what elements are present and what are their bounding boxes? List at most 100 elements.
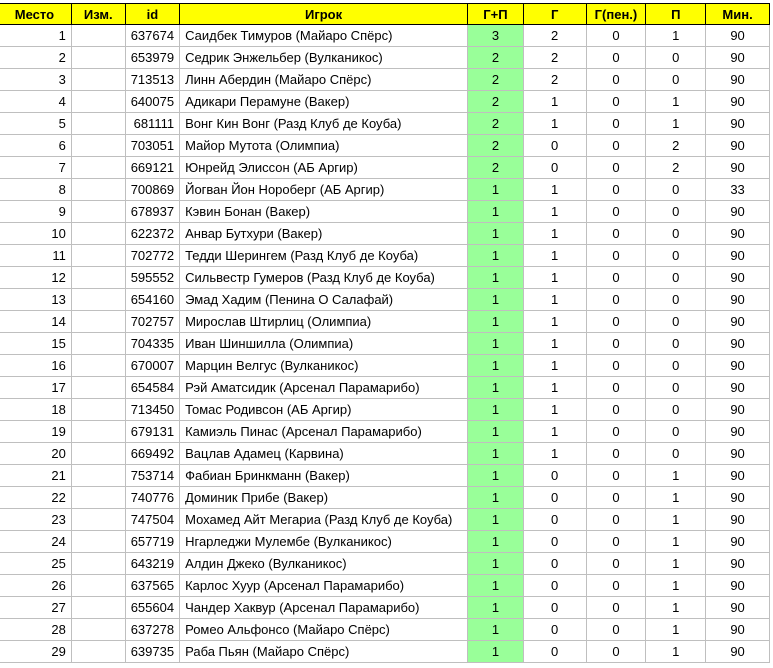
cell-player[interactable]: Вацлав Адамец (Карвина) [179, 442, 469, 465]
cell-change[interactable] [70, 244, 126, 267]
cell-change[interactable] [70, 46, 126, 69]
cell-penalty-goals[interactable]: 0 [585, 420, 647, 443]
cell-goals[interactable]: 1 [522, 332, 587, 355]
cell-penalty-goals[interactable]: 0 [585, 354, 647, 377]
cell-penalty-goals[interactable]: 0 [585, 640, 647, 663]
cell-goals-plus-assists[interactable]: 1 [467, 244, 524, 267]
cell-goals[interactable]: 1 [522, 288, 587, 311]
cell-player[interactable]: Йогван Йон Нороберг (АБ Аргир) [179, 178, 469, 201]
cell-id[interactable]: 681111 [124, 112, 181, 135]
cell-goals-plus-assists[interactable]: 1 [467, 398, 524, 421]
cell-assists[interactable]: 0 [645, 288, 707, 311]
cell-goals[interactable]: 1 [522, 266, 587, 289]
cell-penalty-goals[interactable]: 0 [585, 508, 647, 531]
cell-place[interactable]: 24 [0, 530, 72, 553]
cell-minutes[interactable]: 90 [705, 24, 770, 47]
cell-id[interactable]: 704335 [124, 332, 181, 355]
cell-player[interactable]: Юнрейд Элиссон (АБ Аргир) [179, 156, 469, 179]
cell-place[interactable]: 6 [0, 134, 72, 157]
cell-id[interactable]: 670007 [124, 354, 181, 377]
cell-change[interactable] [70, 200, 126, 223]
cell-minutes[interactable]: 33 [705, 178, 770, 201]
cell-assists[interactable]: 0 [645, 442, 707, 465]
cell-minutes[interactable]: 90 [705, 288, 770, 311]
cell-change[interactable] [70, 24, 126, 47]
cell-assists[interactable]: 0 [645, 310, 707, 333]
cell-place[interactable]: 27 [0, 596, 72, 619]
cell-player[interactable]: Раба Пьян (Майаро Спёрс) [179, 640, 469, 663]
cell-goals[interactable]: 1 [522, 310, 587, 333]
cell-penalty-goals[interactable]: 0 [585, 618, 647, 641]
cell-goals[interactable]: 1 [522, 376, 587, 399]
header-change[interactable]: Изм. [70, 3, 126, 25]
cell-player[interactable]: Марцин Велгус (Вулканикос) [179, 354, 469, 377]
cell-change[interactable] [70, 574, 126, 597]
cell-player[interactable]: Ромео Альфонсо (Майаро Спёрс) [179, 618, 469, 641]
cell-change[interactable] [70, 354, 126, 377]
cell-penalty-goals[interactable]: 0 [585, 90, 647, 113]
cell-goals-plus-assists[interactable]: 1 [467, 552, 524, 575]
cell-goals[interactable]: 0 [522, 134, 587, 157]
cell-id[interactable]: 637565 [124, 574, 181, 597]
cell-goals-plus-assists[interactable]: 1 [467, 486, 524, 509]
cell-place[interactable]: 9 [0, 200, 72, 223]
cell-goals-plus-assists[interactable]: 1 [467, 266, 524, 289]
cell-minutes[interactable]: 90 [705, 530, 770, 553]
cell-change[interactable] [70, 398, 126, 421]
cell-minutes[interactable]: 90 [705, 354, 770, 377]
cell-goals[interactable]: 0 [522, 574, 587, 597]
cell-id[interactable]: 595552 [124, 266, 181, 289]
cell-assists[interactable]: 1 [645, 112, 707, 135]
cell-place[interactable]: 7 [0, 156, 72, 179]
cell-assists[interactable]: 0 [645, 332, 707, 355]
cell-id[interactable]: 702757 [124, 310, 181, 333]
cell-place[interactable]: 11 [0, 244, 72, 267]
cell-player[interactable]: Сильвестр Гумеров (Разд Клуб де Коуба) [179, 266, 469, 289]
cell-penalty-goals[interactable]: 0 [585, 134, 647, 157]
cell-change[interactable] [70, 596, 126, 619]
cell-penalty-goals[interactable]: 0 [585, 112, 647, 135]
cell-place[interactable]: 19 [0, 420, 72, 443]
cell-assists[interactable]: 1 [645, 90, 707, 113]
cell-assists[interactable]: 1 [645, 618, 707, 641]
cell-id[interactable]: 678937 [124, 200, 181, 223]
cell-id[interactable]: 702772 [124, 244, 181, 267]
cell-place[interactable]: 12 [0, 266, 72, 289]
cell-id[interactable]: 753714 [124, 464, 181, 487]
cell-minutes[interactable]: 90 [705, 156, 770, 179]
cell-player[interactable]: Доминик Прибе (Вакер) [179, 486, 469, 509]
cell-penalty-goals[interactable]: 0 [585, 156, 647, 179]
cell-minutes[interactable]: 90 [705, 420, 770, 443]
cell-goals-plus-assists[interactable]: 1 [467, 376, 524, 399]
cell-id[interactable]: 655604 [124, 596, 181, 619]
cell-goals[interactable]: 1 [522, 178, 587, 201]
cell-assists[interactable]: 0 [645, 178, 707, 201]
cell-id[interactable]: 654584 [124, 376, 181, 399]
cell-goals[interactable]: 2 [522, 24, 587, 47]
cell-assists[interactable]: 0 [645, 354, 707, 377]
cell-goals[interactable]: 1 [522, 354, 587, 377]
cell-penalty-goals[interactable]: 0 [585, 244, 647, 267]
cell-goals-plus-assists[interactable]: 1 [467, 200, 524, 223]
cell-player[interactable]: Майор Мутота (Олимпиа) [179, 134, 469, 157]
cell-place[interactable]: 29 [0, 640, 72, 663]
cell-minutes[interactable]: 90 [705, 244, 770, 267]
cell-penalty-goals[interactable]: 0 [585, 398, 647, 421]
cell-player[interactable]: Рэй Аматсидик (Арсенал Парамарибо) [179, 376, 469, 399]
cell-assists[interactable]: 1 [645, 640, 707, 663]
header-assists[interactable]: П [645, 3, 707, 25]
header-minutes[interactable]: Мин. [705, 3, 770, 25]
cell-id[interactable]: 637674 [124, 24, 181, 47]
cell-change[interactable] [70, 486, 126, 509]
cell-assists[interactable]: 0 [645, 46, 707, 69]
cell-place[interactable]: 22 [0, 486, 72, 509]
cell-penalty-goals[interactable]: 0 [585, 596, 647, 619]
cell-minutes[interactable]: 90 [705, 442, 770, 465]
cell-change[interactable] [70, 552, 126, 575]
cell-goals-plus-assists[interactable]: 2 [467, 156, 524, 179]
cell-place[interactable]: 25 [0, 552, 72, 575]
cell-goals-plus-assists[interactable]: 1 [467, 310, 524, 333]
cell-assists[interactable]: 2 [645, 156, 707, 179]
cell-goals[interactable]: 1 [522, 90, 587, 113]
cell-minutes[interactable]: 90 [705, 574, 770, 597]
